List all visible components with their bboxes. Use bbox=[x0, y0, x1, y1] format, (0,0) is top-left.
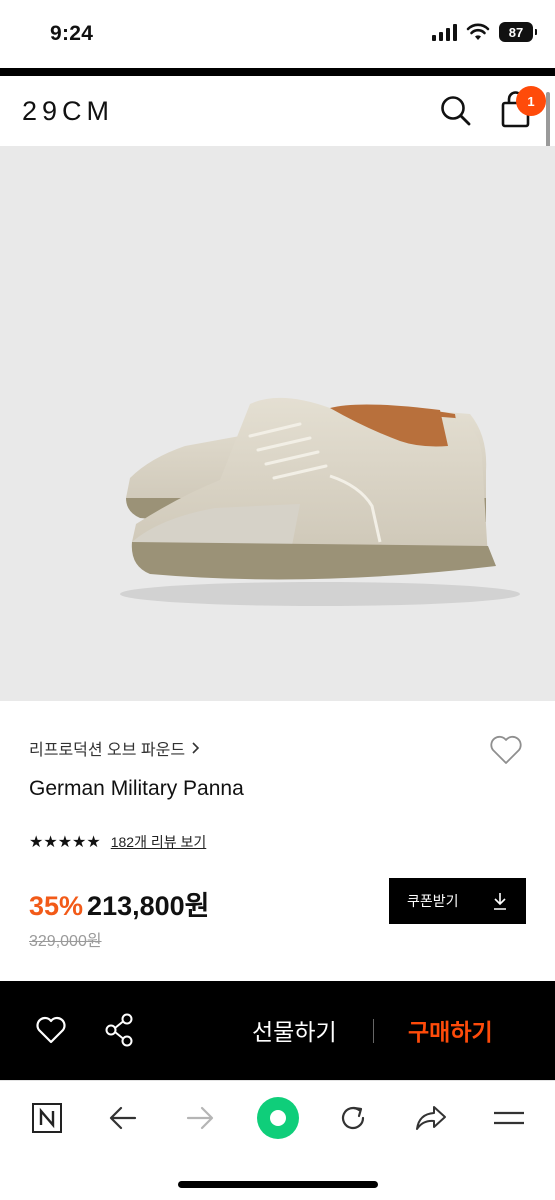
rating-stars: ★★★★★ bbox=[29, 834, 101, 851]
hamburger-menu-icon bbox=[494, 1111, 524, 1125]
forward-button[interactable] bbox=[180, 1098, 220, 1138]
battery-icon: 87 bbox=[499, 22, 537, 42]
heart-icon bbox=[490, 735, 522, 764]
site-header: 29CM bbox=[0, 76, 555, 146]
buy-button[interactable]: 구매하기 bbox=[408, 1013, 493, 1047]
status-bar: 9:24 87 bbox=[0, 0, 555, 68]
chevron-right-icon bbox=[192, 742, 200, 754]
action-divider bbox=[373, 1019, 374, 1043]
green-dot-button[interactable] bbox=[256, 1096, 300, 1140]
like-button[interactable] bbox=[34, 1013, 68, 1047]
sneaker-illustration bbox=[120, 397, 520, 606]
wifi-icon bbox=[466, 23, 490, 40]
naver-n-icon bbox=[32, 1103, 62, 1133]
green-dot-icon bbox=[257, 1097, 299, 1139]
price-row: 35% 213,800원 bbox=[29, 884, 210, 923]
brand-name: 리프로덕션 오브 파운드 bbox=[29, 742, 186, 759]
share-arrow-icon bbox=[416, 1106, 446, 1130]
review-link[interactable]: 182개 리뷰 보기 bbox=[111, 832, 207, 852]
sale-price: 213,800원 bbox=[87, 891, 210, 921]
original-price: 329,000원 bbox=[29, 933, 102, 950]
refresh-button[interactable] bbox=[333, 1098, 373, 1138]
status-time: 9:24 bbox=[50, 22, 94, 45]
search-button[interactable] bbox=[438, 93, 474, 129]
arrow-right-icon bbox=[186, 1106, 214, 1130]
refresh-icon bbox=[341, 1106, 365, 1130]
share-button[interactable] bbox=[103, 1012, 137, 1048]
download-icon bbox=[494, 893, 506, 910]
cellular-signal-icon bbox=[432, 23, 457, 41]
cart-count-badge: 1 bbox=[516, 86, 546, 116]
product-image[interactable] bbox=[0, 146, 555, 701]
header-top-rule bbox=[0, 68, 555, 76]
coupon-label: 쿠폰받기 bbox=[407, 893, 459, 909]
brand-logo[interactable]: 29CM bbox=[22, 96, 114, 127]
discount-rate: 35% bbox=[29, 891, 84, 921]
purchase-action-bar: 선물하기 구매하기 bbox=[0, 981, 555, 1080]
rating-row: ★★★★★ 182개 리뷰 보기 bbox=[29, 832, 206, 852]
heart-icon bbox=[36, 1016, 66, 1044]
wishlist-button[interactable] bbox=[487, 731, 525, 769]
back-button[interactable] bbox=[103, 1098, 143, 1138]
status-icons: 87 bbox=[432, 22, 537, 42]
home-indicator[interactable] bbox=[178, 1181, 378, 1188]
menu-button[interactable] bbox=[489, 1098, 529, 1138]
brand-link[interactable]: 리프로덕션 오브 파운드 bbox=[29, 736, 200, 760]
share-icon bbox=[105, 1013, 133, 1047]
coupon-download-button[interactable]: 쿠폰받기 bbox=[389, 878, 526, 924]
naver-home-button[interactable] bbox=[27, 1098, 67, 1138]
arrow-left-icon bbox=[109, 1106, 137, 1130]
share-page-button[interactable] bbox=[411, 1098, 451, 1138]
gift-button[interactable]: 선물하기 bbox=[252, 1013, 337, 1047]
search-icon bbox=[441, 96, 471, 126]
product-title: German Military Panna bbox=[29, 777, 244, 800]
